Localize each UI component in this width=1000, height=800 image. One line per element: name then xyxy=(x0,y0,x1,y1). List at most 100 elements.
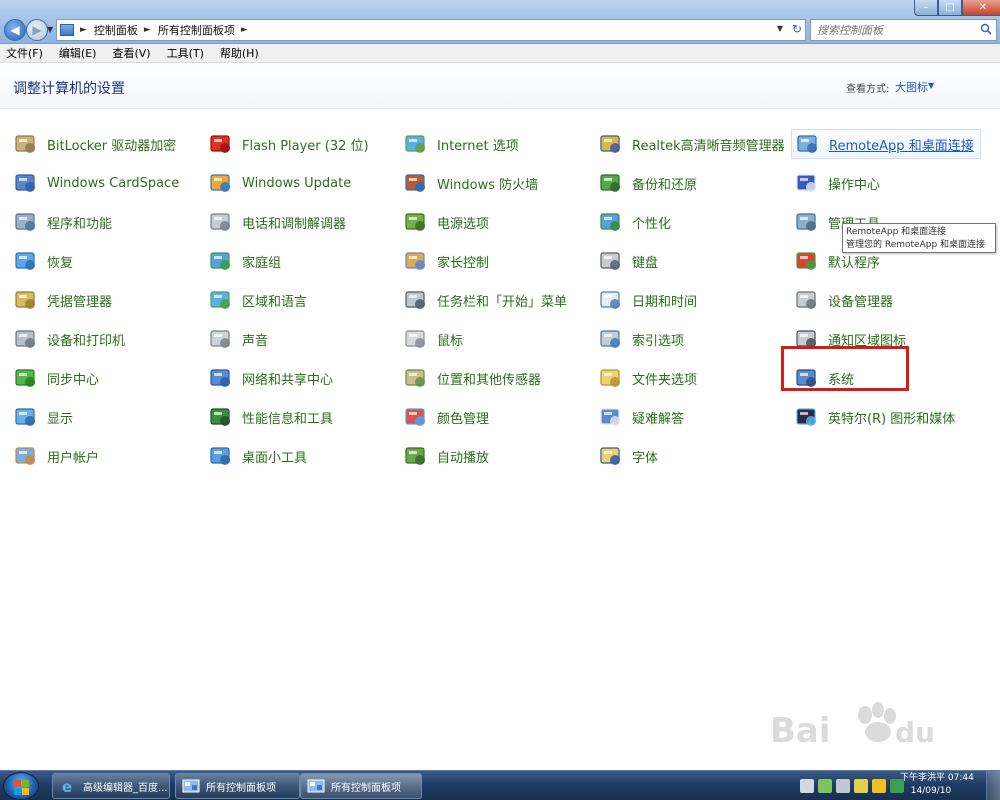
maximize-button[interactable]: □ xyxy=(938,0,962,16)
control-panel-item[interactable]: 操作中心 xyxy=(791,168,981,198)
control-panel-item[interactable]: 鼠标 xyxy=(400,324,590,354)
warning-icon[interactable] xyxy=(872,779,886,793)
color-management-icon xyxy=(403,404,429,430)
control-panel-item[interactable]: 文件夹选项 xyxy=(595,363,785,393)
control-panel-item[interactable]: 网络和共享中心 xyxy=(205,363,395,393)
taskbar-start-menu-icon xyxy=(403,287,429,313)
show-desktop-button[interactable] xyxy=(986,771,1000,800)
control-panel-item-label: 索引选项 xyxy=(632,333,685,349)
control-panel-item-label: 同步中心 xyxy=(47,372,100,388)
control-panel-item-label: 家庭组 xyxy=(242,255,282,271)
control-panel-item[interactable]: 电源选项 xyxy=(400,207,590,237)
control-panel-item[interactable]: 索引选项 xyxy=(595,324,785,354)
close-button[interactable]: ✕ xyxy=(962,0,1000,16)
control-panel-item[interactable]: 疑难解答 xyxy=(595,402,785,432)
chevron-right-icon[interactable]: ► xyxy=(80,25,87,35)
control-panel-item[interactable]: Windows 防火墙 xyxy=(400,168,590,198)
menu-tools[interactable]: 工具(T) xyxy=(167,45,204,61)
control-panel-item[interactable]: 性能信息和工具 xyxy=(205,402,395,432)
troubleshooting-icon xyxy=(598,404,624,430)
security-shield-icon[interactable] xyxy=(854,779,868,793)
wifi-signal-icon[interactable] xyxy=(818,779,832,793)
control-panel-item[interactable]: 家庭组 xyxy=(205,246,395,276)
parental-controls-icon xyxy=(403,248,429,274)
address-field[interactable]: ► 控制面板 ► 所有控制面板项 ► ▼ ↻ xyxy=(56,19,806,41)
control-panel-item[interactable]: 显示 xyxy=(10,402,200,432)
control-panel-item[interactable]: 个性化 xyxy=(595,207,785,237)
dropdown-arrow-icon[interactable]: ▼ xyxy=(928,81,934,90)
control-panel-item[interactable]: 区域和语言 xyxy=(205,285,395,315)
control-panel-item[interactable]: 颜色管理 xyxy=(400,402,590,432)
minimize-button[interactable]: – xyxy=(914,0,938,16)
control-panel-item[interactable]: 恢复 xyxy=(10,246,200,276)
control-panel-item[interactable]: 任务栏和「开始」菜单 xyxy=(400,285,590,315)
control-panel-item[interactable]: Flash Player (32 位) xyxy=(205,129,395,159)
search-box[interactable] xyxy=(810,19,997,41)
menu-view[interactable]: 查看(V) xyxy=(112,45,150,61)
forward-button[interactable]: ▶ xyxy=(26,19,48,41)
network-tray-icon[interactable] xyxy=(800,779,814,793)
admin-tools-icon xyxy=(794,209,820,235)
control-panel-item[interactable]: Internet 选项 xyxy=(400,129,590,159)
control-panel-item[interactable]: 日期和时间 xyxy=(595,285,785,315)
menu-help[interactable]: 帮助(H) xyxy=(220,45,259,61)
control-panel-item-label: 区域和语言 xyxy=(242,294,308,310)
control-panel-item[interactable]: 英特尔(R) 图形和媒体 xyxy=(791,402,981,432)
control-panel-item-label: 操作中心 xyxy=(828,177,881,193)
control-panel-item-label: 鼠标 xyxy=(437,333,464,349)
control-panel-item-label: 键盘 xyxy=(632,255,659,271)
control-panel-item[interactable]: RemoteApp 和桌面连接 xyxy=(791,129,981,159)
taskbar-button-control-panel-2[interactable]: 所有控制面板项 xyxy=(300,773,422,799)
control-panel-item[interactable]: 设备管理器 xyxy=(791,285,981,315)
volume-icon[interactable] xyxy=(836,779,850,793)
control-panel-item[interactable]: 声音 xyxy=(205,324,395,354)
control-panel-item[interactable]: 自动播放 xyxy=(400,441,590,471)
remoteapp-icon xyxy=(795,131,821,157)
control-panel-item-label: 疑难解答 xyxy=(632,411,685,427)
indexing-options-icon xyxy=(598,326,624,352)
back-button[interactable]: ◀ xyxy=(4,19,26,41)
fonts-icon xyxy=(598,443,624,469)
address-dropdown-icon[interactable]: ▼ xyxy=(777,24,783,33)
breadcrumb-all-items[interactable]: 所有控制面板项 xyxy=(158,22,235,38)
control-panel-item[interactable]: Realtek高清晰音频管理器 xyxy=(595,129,785,159)
control-panel-item[interactable]: 用户帐户 xyxy=(10,441,200,471)
control-panel-item[interactable]: 备份和还原 xyxy=(595,168,785,198)
control-panel-item-label: Internet 选项 xyxy=(437,138,519,154)
menu-file[interactable]: 文件(F) xyxy=(6,45,43,61)
windows-logo-icon xyxy=(14,788,21,795)
control-panel-item-label: 用户帐户 xyxy=(47,450,100,466)
view-by-dropdown[interactable]: 大图标 xyxy=(895,79,928,95)
control-panel-item[interactable]: 同步中心 xyxy=(10,363,200,393)
control-panel-item[interactable]: 字体 xyxy=(595,441,785,471)
control-panel-item[interactable]: 家长控制 xyxy=(400,246,590,276)
taskbar-button-editor[interactable]: e 高级编辑器_百度... xyxy=(52,773,170,799)
control-panel-item[interactable]: 键盘 xyxy=(595,246,785,276)
user-accounts-icon xyxy=(13,443,39,469)
internet-explorer-icon: e xyxy=(62,778,72,794)
intel-graphics-icon xyxy=(794,404,820,430)
control-panel-item[interactable]: Windows Update xyxy=(205,168,395,198)
chevron-right-icon[interactable]: ► xyxy=(144,25,151,35)
taskbar-button-label: 所有控制面板项 xyxy=(206,782,276,794)
control-panel-item[interactable]: Windows CardSpace xyxy=(10,168,200,198)
chevron-right-icon[interactable]: ► xyxy=(241,25,248,35)
control-panel-item[interactable]: 电话和调制解调器 xyxy=(205,207,395,237)
search-input[interactable] xyxy=(811,20,971,40)
control-panel-item[interactable]: BitLocker 驱动器加密 xyxy=(10,129,200,159)
search-icon[interactable] xyxy=(980,23,992,35)
taskbar-clock[interactable]: 下午李洪平 07:44 14/09/10 xyxy=(900,772,974,798)
control-panel-item[interactable]: 凭据管理器 xyxy=(10,285,200,315)
refresh-icon[interactable]: ↻ xyxy=(792,22,802,36)
control-panel-item[interactable]: 位置和其他传感器 xyxy=(400,363,590,393)
window-title-bar: ◀ ▶ ▼ ► 控制面板 ► 所有控制面板项 ► ▼ ↻ – □ ✕ xyxy=(0,0,1000,44)
menu-edit[interactable]: 编辑(E) xyxy=(59,45,97,61)
recent-pages-dropdown[interactable]: ▼ xyxy=(47,25,53,34)
globe-clock-icon xyxy=(208,287,234,313)
control-panel-item[interactable]: 设备和打印机 xyxy=(10,324,200,354)
breadcrumb-control-panel[interactable]: 控制面板 xyxy=(94,22,138,38)
control-panel-item[interactable]: 桌面小工具 xyxy=(205,441,395,471)
taskbar-button-control-panel-1[interactable]: 所有控制面板项 xyxy=(175,773,300,799)
start-button[interactable] xyxy=(3,772,39,800)
control-panel-item[interactable]: 程序和功能 xyxy=(10,207,200,237)
